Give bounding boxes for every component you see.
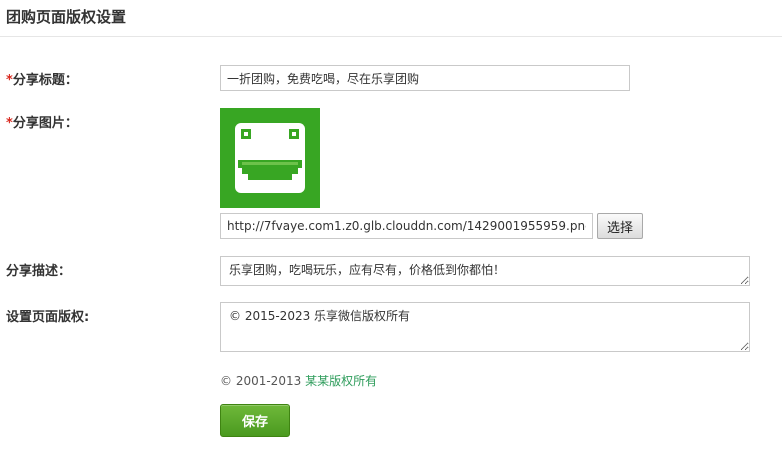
share-image-url-input[interactable] [220,213,593,239]
title-divider [0,36,782,37]
required-mark: * [6,116,13,131]
copyright-textarea[interactable]: © 2015-2023 乐享微信版权所有 [220,302,750,352]
page-title: 团购页面版权设置 [6,8,127,26]
share-desc-textarea[interactable]: 乐享团购，吃喝玩乐，应有尽有，价格低到你都怕！ [220,256,750,286]
share-image-label-text: 分享图片： [12,116,78,131]
share-image-preview [220,108,320,208]
share-desc-label: 分享描述： [6,264,72,279]
share-title-label-text: 分享标题： [12,73,78,88]
share-title-input[interactable] [220,65,630,91]
copyright-preview: © 2001-2013 某某版权所有 [220,372,377,389]
robot-face-icon [235,123,305,193]
required-mark: * [6,73,13,88]
share-image-label: *分享图片： [6,112,78,131]
copyright-preview-prefix: © 2001-2013 [220,374,302,388]
copyright-label: 设置页面版权: [6,310,90,325]
copyright-preview-link[interactable]: 某某版权所有 [305,374,377,388]
save-button[interactable]: 保存 [220,404,290,437]
share-title-label: *分享标题： [6,69,78,88]
choose-image-button[interactable]: 选择 [597,213,643,239]
